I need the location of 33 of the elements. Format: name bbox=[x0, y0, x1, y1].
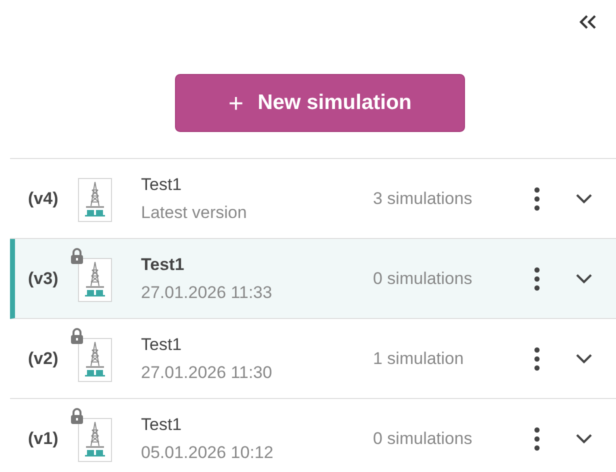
drilling-rig-thumbnail bbox=[78, 418, 112, 462]
chevron-down-icon bbox=[575, 432, 593, 444]
simulation-count: 1 simulation bbox=[373, 348, 465, 370]
version-date: 27.01.2026 11:30 bbox=[141, 362, 274, 384]
kebab-menu-icon bbox=[534, 266, 540, 290]
double-chevron-left-icon bbox=[578, 13, 598, 31]
drilling-rig-thumbnail bbox=[78, 338, 112, 382]
chevron-down-icon bbox=[575, 192, 593, 204]
kebab-menu-icon bbox=[534, 346, 540, 370]
drilling-rig-thumbnail bbox=[78, 258, 112, 302]
simulation-count: 0 simulations bbox=[373, 268, 474, 290]
new-simulation-button[interactable]: + New simulation bbox=[175, 74, 465, 132]
simulation-count: 3 simulations bbox=[373, 188, 474, 210]
chevron-down-icon bbox=[575, 272, 593, 284]
version-row[interactable]: (v2) Test1 27.01.2026 11:30 1 simulation bbox=[10, 319, 616, 399]
version-title: Test1 bbox=[141, 254, 186, 276]
version-date: Latest version bbox=[141, 202, 248, 224]
version-title: Test1 bbox=[141, 414, 183, 436]
version-label: (v3) bbox=[28, 268, 60, 290]
version-title: Test1 bbox=[141, 174, 183, 196]
version-label: (v2) bbox=[28, 348, 60, 370]
kebab-menu-icon bbox=[534, 426, 540, 450]
drilling-rig-thumbnail bbox=[78, 178, 112, 222]
version-row[interactable]: (v1) Test1 05.01.2026 10:12 0 simulations bbox=[10, 399, 616, 472]
version-date: 27.01.2026 11:33 bbox=[141, 282, 274, 304]
version-title: Test1 bbox=[141, 334, 183, 356]
kebab-menu-icon bbox=[534, 186, 540, 210]
version-label: (v4) bbox=[28, 188, 60, 210]
version-row[interactable]: (v3) Test1 27.01.2026 11:33 0 simulations bbox=[10, 239, 616, 319]
simulation-count: 0 simulations bbox=[373, 428, 474, 450]
version-date: 05.01.2026 10:12 bbox=[141, 442, 274, 464]
version-label: (v1) bbox=[28, 428, 60, 450]
chevron-down-icon bbox=[575, 352, 593, 364]
